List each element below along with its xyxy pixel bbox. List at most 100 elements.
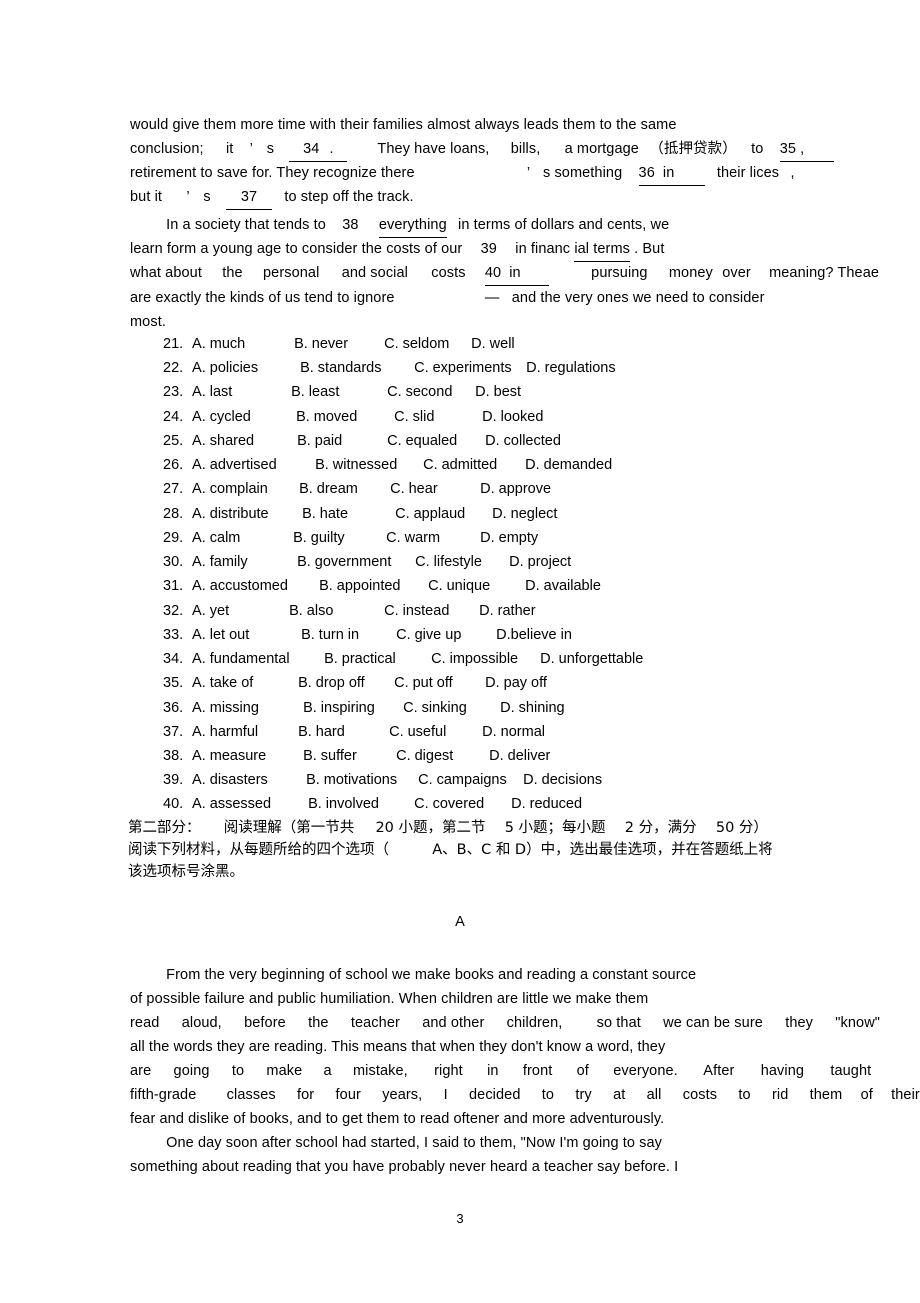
- option-a[interactable]: A. advertised: [192, 455, 311, 475]
- option-row-29[interactable]: 29. A. calm B. guilty C. warm D. empty: [163, 528, 538, 548]
- option-c[interactable]: C. equaled: [387, 431, 481, 451]
- option-row-25[interactable]: 25. A. shared B. paid C. equaled D. coll…: [163, 431, 561, 451]
- option-a[interactable]: A. assessed: [192, 794, 304, 814]
- option-a[interactable]: A. family: [192, 552, 293, 572]
- option-b[interactable]: B. hard: [298, 722, 385, 742]
- option-row-33[interactable]: 33. A. let out B. turn in C. give up D.b…: [163, 625, 572, 645]
- option-row-37[interactable]: 37. A. harmful B. hard C. useful D. norm…: [163, 722, 545, 742]
- option-c[interactable]: C. applaud: [395, 504, 488, 524]
- option-a[interactable]: A. calm: [192, 528, 289, 548]
- option-c[interactable]: C. campaigns: [418, 770, 519, 790]
- option-d[interactable]: D. demanded: [525, 455, 612, 475]
- option-b[interactable]: B. inspiring: [303, 698, 399, 718]
- option-c[interactable]: C. covered: [414, 794, 507, 814]
- option-c[interactable]: C. instead: [384, 601, 475, 621]
- option-d[interactable]: D. regulations: [526, 358, 615, 378]
- cloze-blank-39[interactable]: 39: [481, 241, 497, 257]
- option-b[interactable]: B. practical: [324, 649, 427, 669]
- option-a[interactable]: A. policies: [192, 358, 296, 378]
- option-c[interactable]: C. slid: [394, 407, 478, 427]
- option-a[interactable]: A. yet: [192, 601, 285, 621]
- option-b[interactable]: B. never: [294, 334, 380, 354]
- option-b[interactable]: B. standards: [300, 358, 410, 378]
- option-d[interactable]: D. available: [525, 576, 601, 596]
- option-c[interactable]: C. digest: [396, 746, 485, 766]
- option-row-32[interactable]: 32. A. yet B. also C. instead D. rather: [163, 601, 536, 621]
- option-a[interactable]: A. missing: [192, 698, 299, 718]
- option-b[interactable]: B. witnessed: [315, 455, 419, 475]
- option-row-24[interactable]: 24. A. cycled B. moved C. slid D. looked: [163, 407, 543, 427]
- option-d[interactable]: D. shining: [500, 698, 564, 718]
- option-c[interactable]: C. unique: [428, 576, 521, 596]
- option-d[interactable]: D. looked: [482, 407, 543, 427]
- option-c[interactable]: C. warm: [386, 528, 476, 548]
- option-d[interactable]: D. normal: [482, 722, 545, 742]
- cloze-blank-38[interactable]: 38: [342, 217, 358, 233]
- option-d[interactable]: D. rather: [479, 601, 535, 621]
- option-row-31[interactable]: 31. A. accustomed B. appointed C. unique…: [163, 576, 601, 596]
- option-d[interactable]: D. decisions: [523, 770, 602, 790]
- option-c[interactable]: C. hear: [390, 479, 476, 499]
- option-b[interactable]: B. moved: [296, 407, 390, 427]
- option-row-26[interactable]: 26. A. advertised B. witnessed C. admitt…: [163, 455, 612, 475]
- option-a[interactable]: A. fundamental: [192, 649, 320, 669]
- option-c[interactable]: C. impossible: [431, 649, 536, 669]
- option-row-23[interactable]: 23. A. last B. least C. second D. best: [163, 382, 521, 402]
- option-d[interactable]: D. unforgettable: [540, 649, 643, 669]
- option-row-30[interactable]: 30. A. family B. government C. lifestyle…: [163, 552, 571, 572]
- option-row-38[interactable]: 38. A. measure B. suffer C. digest D. de…: [163, 746, 550, 766]
- option-b[interactable]: B. paid: [297, 431, 383, 451]
- option-row-21[interactable]: 21. A. much B. never C. seldom D. well: [163, 334, 515, 354]
- cloze-blank-35[interactable]: 35,: [779, 137, 834, 162]
- option-row-22[interactable]: 22. A. policies B. standards C. experime…: [163, 358, 616, 378]
- option-a[interactable]: A. cycled: [192, 407, 292, 427]
- option-b[interactable]: B. drop off: [298, 673, 390, 693]
- cloze-blank-36[interactable]: 36 in: [638, 161, 705, 186]
- option-a[interactable]: A. accustomed: [192, 576, 315, 596]
- option-d[interactable]: D. collected: [485, 431, 561, 451]
- option-c[interactable]: C. lifestyle: [415, 552, 505, 572]
- option-row-27[interactable]: 27. A. complain B. dream C. hear D. appr…: [163, 479, 551, 499]
- option-c[interactable]: C. experiments: [414, 358, 522, 378]
- option-a[interactable]: A. last: [192, 382, 287, 402]
- option-d[interactable]: D. reduced: [511, 794, 582, 814]
- option-a[interactable]: A. complain: [192, 479, 295, 499]
- option-b[interactable]: B. involved: [308, 794, 410, 814]
- option-a[interactable]: A. let out: [192, 625, 297, 645]
- option-row-34[interactable]: 34. A. fundamental B. practical C. impos…: [163, 649, 643, 669]
- option-a[interactable]: A. take of: [192, 673, 294, 693]
- option-a[interactable]: A. harmful: [192, 722, 294, 742]
- option-b[interactable]: B. turn in: [301, 625, 392, 645]
- option-c[interactable]: C. admitted: [423, 455, 521, 475]
- option-a[interactable]: A. distribute: [192, 504, 298, 524]
- option-d[interactable]: D. deliver: [489, 746, 550, 766]
- option-d[interactable]: D. approve: [480, 479, 551, 499]
- option-b[interactable]: B. suffer: [303, 746, 392, 766]
- option-b[interactable]: B. appointed: [319, 576, 424, 596]
- cloze-blank-37[interactable]: 37: [226, 185, 273, 210]
- option-b[interactable]: B. hate: [302, 504, 391, 524]
- option-d[interactable]: D. project: [509, 552, 571, 572]
- option-a[interactable]: A. shared: [192, 431, 293, 451]
- option-row-36[interactable]: 36. A. missing B. inspiring C. sinking D…: [163, 698, 565, 718]
- option-d[interactable]: D. empty: [480, 528, 538, 548]
- option-row-40[interactable]: 40. A. assessed B. involved C. covered D…: [163, 794, 582, 814]
- option-d[interactable]: D. best: [475, 382, 521, 402]
- option-c[interactable]: C. put off: [394, 673, 481, 693]
- option-c[interactable]: C. second: [387, 382, 471, 402]
- option-b[interactable]: B. motivations: [306, 770, 414, 790]
- option-b[interactable]: B. guilty: [293, 528, 382, 548]
- option-c[interactable]: C. useful: [389, 722, 478, 742]
- cloze-blank-40[interactable]: 40 in: [484, 261, 549, 286]
- option-a[interactable]: A. measure: [192, 746, 299, 766]
- option-b[interactable]: B. government: [297, 552, 411, 572]
- option-row-28[interactable]: 28. A. distribute B. hate C. applaud D. …: [163, 504, 557, 524]
- option-b[interactable]: B. also: [289, 601, 380, 621]
- option-d[interactable]: D. pay off: [485, 673, 547, 693]
- option-c[interactable]: C. sinking: [403, 698, 496, 718]
- option-row-35[interactable]: 35. A. take of B. drop off C. put off D.…: [163, 673, 547, 693]
- option-d[interactable]: D.believe in: [496, 625, 572, 645]
- option-b[interactable]: B. least: [291, 382, 383, 402]
- option-d[interactable]: D. neglect: [492, 504, 557, 524]
- option-b[interactable]: B. dream: [299, 479, 386, 499]
